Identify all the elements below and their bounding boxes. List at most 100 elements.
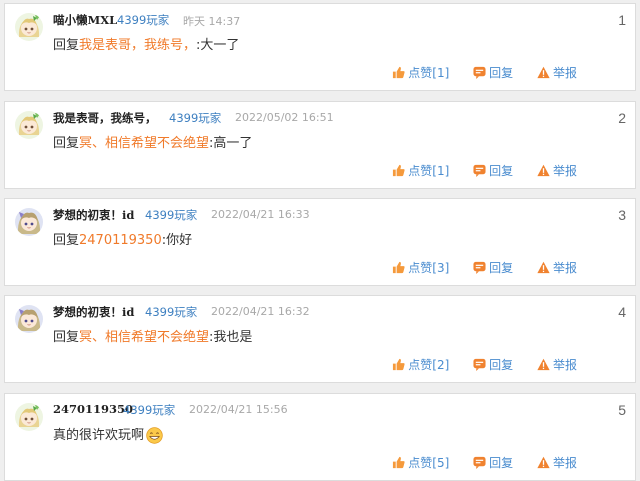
- report-label: 举报: [552, 66, 577, 80]
- like-count: 2: [436, 357, 445, 372]
- comment-body: 回复冥、相信希望不会绝望:我也是: [53, 326, 252, 345]
- floor-number: 3: [618, 207, 626, 223]
- reply-target-link[interactable]: 冥、相信希望不会绝望: [79, 136, 209, 151]
- avatar[interactable]: [15, 305, 43, 333]
- comment-actions: 点赞[3] 回复 举报: [372, 259, 577, 277]
- reply-button[interactable]: 回复: [473, 64, 513, 81]
- comment-timestamp: 2022/04/21 15:56: [189, 403, 288, 416]
- chat-bubble-icon: [473, 66, 489, 79]
- like-button[interactable]: 点赞[5]: [392, 454, 449, 471]
- avatar[interactable]: [15, 403, 43, 431]
- comment-text: 真的很许欢玩啊: [53, 428, 145, 443]
- user-role-label: 4399玩家: [123, 403, 176, 417]
- comment-timestamp: 2022/04/21 16:32: [211, 305, 310, 318]
- thumbs-up-icon: [392, 261, 408, 274]
- like-button[interactable]: 点赞[1]: [392, 162, 449, 179]
- like-label: 点赞: [408, 164, 433, 178]
- reply-button[interactable]: 回复: [473, 356, 513, 373]
- warning-triangle-icon: [537, 164, 553, 177]
- thumbs-up-icon: [392, 66, 408, 79]
- like-label: 点赞: [408, 261, 433, 275]
- thumbs-up-icon: [392, 456, 408, 469]
- reply-label: 回复: [489, 66, 514, 80]
- report-label: 举报: [552, 261, 577, 275]
- grinning-face-emoji-icon: [146, 427, 163, 444]
- comment-text: 你好: [166, 233, 193, 248]
- comment-text: 大一了: [200, 38, 240, 53]
- comment-timestamp: 昨天 14:37: [183, 15, 241, 28]
- report-button[interactable]: 举报: [537, 454, 577, 471]
- comment-timestamp: 2022/04/21 16:33: [211, 208, 310, 221]
- like-label: 点赞: [408, 358, 433, 372]
- like-count: 5: [436, 455, 445, 470]
- comment-body: 回复2470119350:你好: [53, 229, 192, 248]
- comment-text: 高一了: [213, 136, 253, 151]
- comment-card: 梦想的初衷！id 4399玩家 2022/04/21 16:32 4 回复冥、相…: [4, 295, 636, 383]
- avatar[interactable]: [15, 13, 43, 41]
- comment-actions: 点赞[2] 回复 举报: [372, 356, 577, 374]
- chat-bubble-icon: [473, 358, 489, 371]
- reply-label: 回复: [489, 261, 514, 275]
- username-link[interactable]: 我是表哥，我练号，: [53, 110, 157, 126]
- reply-target-link[interactable]: 我是表哥，我练号，: [79, 38, 196, 53]
- warning-triangle-icon: [537, 456, 553, 469]
- comment-card: 梦想的初衷！id 4399玩家 2022/04/21 16:33 3 回复247…: [4, 198, 636, 286]
- reply-prefix: 回复: [53, 330, 80, 345]
- comment-text: 我也是: [213, 330, 253, 345]
- like-button[interactable]: 点赞[3]: [392, 259, 449, 276]
- floor-number: 5: [618, 402, 626, 418]
- floor-number: 2: [618, 110, 626, 126]
- report-button[interactable]: 举报: [537, 356, 577, 373]
- user-role-label: 4399玩家: [145, 208, 198, 222]
- username-link[interactable]: 梦想的初衷！id: [53, 207, 134, 223]
- reply-button[interactable]: 回复: [473, 162, 513, 179]
- report-button[interactable]: 举报: [537, 64, 577, 81]
- reply-label: 回复: [489, 456, 514, 470]
- reply-label: 回复: [489, 358, 514, 372]
- like-count: 1: [436, 65, 445, 80]
- avatar[interactable]: [15, 111, 43, 139]
- reply-button[interactable]: 回复: [473, 259, 513, 276]
- report-label: 举报: [552, 456, 577, 470]
- comment-body: 回复我是表哥，我练号，:大一了: [53, 34, 239, 53]
- like-count: 1: [436, 163, 445, 178]
- like-button[interactable]: 点赞[2]: [392, 356, 449, 373]
- reply-target-link[interactable]: 冥、相信希望不会绝望: [79, 330, 209, 345]
- comment-card: 我是表哥，我练号， 4399玩家 2022/05/02 16:51 2 回复冥、…: [4, 101, 636, 189]
- comment-body: 回复冥、相信希望不会绝望:高一了: [53, 132, 252, 151]
- reply-prefix: 回复: [53, 233, 80, 248]
- user-role-label: 4399玩家: [169, 111, 222, 125]
- thumbs-up-icon: [392, 164, 408, 177]
- comment-actions: 点赞[1] 回复 举报: [372, 64, 577, 82]
- user-role-label: 4399玩家: [117, 13, 170, 27]
- report-button[interactable]: 举报: [537, 162, 577, 179]
- comment-timestamp: 2022/05/02 16:51: [235, 111, 334, 124]
- comment-card: 2470119350 4399玩家 2022/04/21 15:56 5 真的很…: [4, 393, 636, 481]
- comment-card: 喵小懒MXL 4399玩家 昨天 14:37 1 回复我是表哥，我练号，:大一了…: [4, 3, 636, 91]
- reply-prefix: 回复: [53, 38, 80, 53]
- chat-bubble-icon: [473, 261, 489, 274]
- report-label: 举报: [552, 164, 577, 178]
- user-role-label: 4399玩家: [145, 305, 198, 319]
- like-button[interactable]: 点赞[1]: [392, 64, 449, 81]
- report-label: 举报: [552, 358, 577, 372]
- warning-triangle-icon: [537, 66, 553, 79]
- report-button[interactable]: 举报: [537, 259, 577, 276]
- reply-target-link[interactable]: 2470119350: [79, 233, 162, 248]
- reply-button[interactable]: 回复: [473, 454, 513, 471]
- reply-prefix: 回复: [53, 136, 80, 151]
- like-label: 点赞: [408, 66, 433, 80]
- warning-triangle-icon: [537, 261, 553, 274]
- warning-triangle-icon: [537, 358, 553, 371]
- username-link[interactable]: 喵小懒MXL: [53, 12, 117, 28]
- chat-bubble-icon: [473, 164, 489, 177]
- floor-number: 1: [618, 12, 626, 28]
- avatar[interactable]: [15, 208, 43, 236]
- comment-actions: 点赞[5] 回复 举报: [372, 454, 577, 472]
- floor-number: 4: [618, 304, 626, 320]
- comment-actions: 点赞[1] 回复 举报: [372, 162, 577, 180]
- like-label: 点赞: [408, 456, 433, 470]
- thumbs-up-icon: [392, 358, 408, 371]
- username-link[interactable]: 梦想的初衷！id: [53, 304, 134, 320]
- username-link[interactable]: 2470119350: [53, 402, 133, 416]
